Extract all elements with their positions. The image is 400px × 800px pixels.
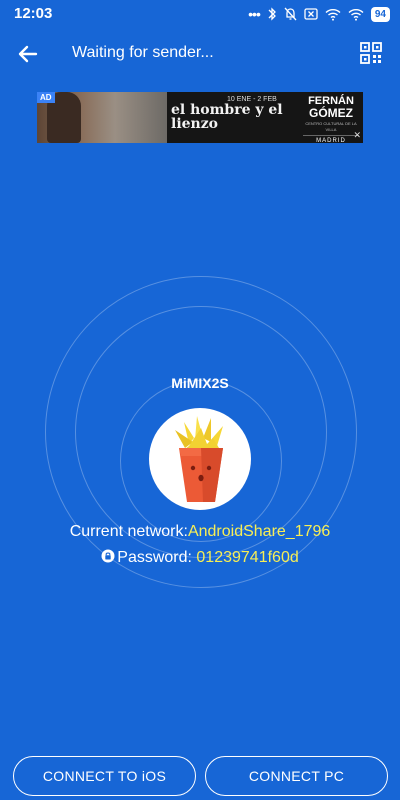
- bluetooth-icon: [268, 7, 276, 21]
- device-name: MiMIX2S: [171, 375, 229, 391]
- network-value: AndroidShare_1796: [187, 523, 331, 540]
- connect-ios-button[interactable]: CONNECT TO iOS: [13, 756, 196, 796]
- page-title: Waiting for sender...: [72, 44, 214, 61]
- wifi-icon: [348, 8, 364, 21]
- status-time: 12:03: [14, 5, 53, 22]
- ad-brand-sub: CENTRO CULTURAL DE LA VILLA: [305, 121, 357, 132]
- ad-brand: FERNÁN GÓMEZ CENTRO CULTURAL DE LA VILLA…: [303, 96, 359, 143]
- mute-bell-icon: [284, 7, 297, 21]
- network-info: Current network:AndroidShare_1796: [0, 523, 400, 541]
- password-value: 01239741f60d: [196, 549, 299, 566]
- lock-icon: [101, 549, 115, 563]
- avatar: [149, 408, 251, 510]
- password-label: Password:: [117, 549, 197, 566]
- status-bar: 12:03 ••• 94: [0, 0, 400, 28]
- arrow-left-icon[interactable]: [14, 40, 42, 68]
- status-icons: ••• 94: [248, 5, 390, 23]
- sim-off-icon: [304, 8, 318, 20]
- ad-banner[interactable]: AD 10 ENE - 2 FEB el hombre y el lienzo …: [37, 92, 363, 143]
- ad-city: MADRID: [303, 135, 359, 143]
- more-dots-icon: •••: [248, 6, 261, 22]
- password-info: Password: 01239741f60d: [0, 549, 400, 567]
- ad-photo: [37, 92, 167, 143]
- connect-pc-button[interactable]: CONNECT PC: [205, 756, 388, 796]
- network-label: Current network:: [69, 523, 188, 540]
- ad-badge: AD: [37, 92, 55, 103]
- ad-brand-line2: GÓMEZ: [309, 106, 353, 120]
- wifi-icon: [325, 8, 341, 21]
- qr-code-icon[interactable]: [360, 42, 382, 64]
- ad-close-icon[interactable]: ✕: [353, 130, 361, 141]
- battery-icon: 94: [370, 6, 390, 22]
- fries-mascot-icon: [175, 416, 223, 502]
